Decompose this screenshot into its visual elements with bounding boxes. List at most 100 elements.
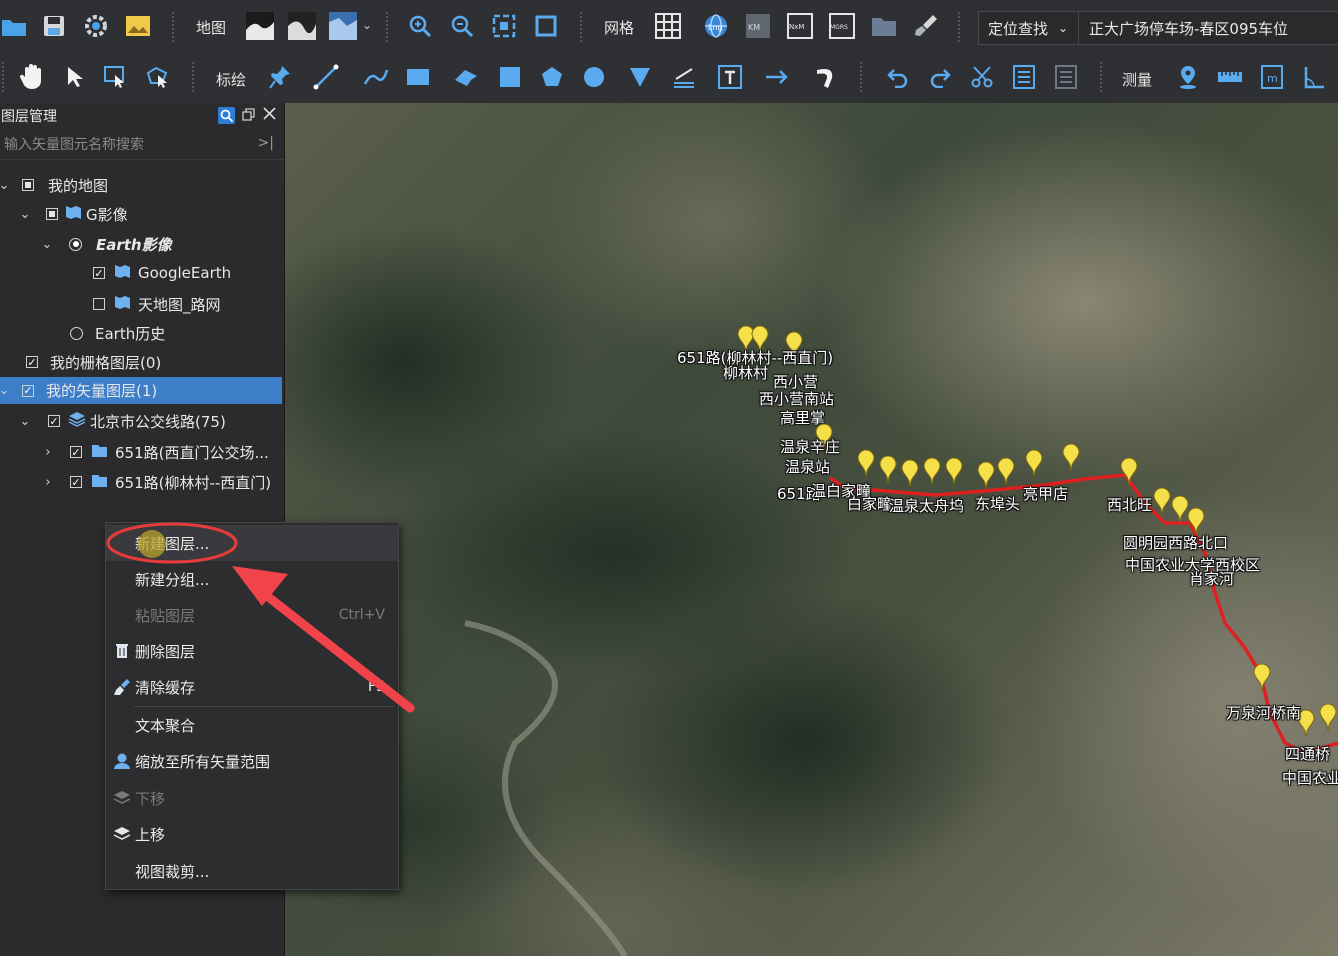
folder-link-icon[interactable]	[870, 12, 898, 40]
map-pin-icon[interactable]	[1120, 457, 1138, 486]
menu-item-clear-cache[interactable]: 清除缓存 F5	[106, 669, 398, 705]
map-pin-icon[interactable]	[997, 457, 1015, 486]
chevron-down-icon[interactable]: ⌄	[39, 237, 55, 252]
map-pin-icon[interactable]	[879, 455, 897, 484]
polygon-select-icon[interactable]	[144, 63, 172, 91]
freeform-shape-icon[interactable]	[452, 63, 480, 91]
tree-item-raster-layers[interactable]: ✓ 我的栅格图层(0)	[0, 348, 282, 376]
map-label[interactable]: 地图	[196, 17, 226, 38]
chevron-down-icon[interactable]: ⌄	[17, 207, 33, 222]
rectangle-icon[interactable]	[404, 63, 432, 91]
area-measure-icon[interactable]: m	[1258, 63, 1286, 91]
pentagon-icon[interactable]	[538, 63, 566, 91]
search-icon[interactable]	[218, 107, 235, 124]
fullscreen-icon[interactable]	[532, 12, 560, 40]
checkbox[interactable]: ✓	[70, 446, 82, 458]
map-pin-icon[interactable]	[1153, 487, 1171, 516]
rect-select-icon[interactable]	[102, 63, 130, 91]
undo-icon[interactable]	[884, 63, 912, 91]
menu-item-move-up[interactable]: 上移	[106, 816, 398, 852]
menu-item-view-clip[interactable]: 视图裁剪...	[106, 853, 398, 889]
annotate-label[interactable]: 标绘	[216, 69, 246, 90]
menu-item-move-down[interactable]: 下移	[106, 780, 398, 816]
map-pin-icon[interactable]	[1187, 507, 1205, 536]
checkbox[interactable]: ✓	[48, 415, 60, 427]
tree-item-tianditu-roads[interactable]: 天地图_路网	[0, 290, 282, 318]
layer-search-input[interactable]: 输入矢量图元名称搜索 >|	[0, 129, 284, 160]
map-pin-icon[interactable]	[1319, 703, 1337, 732]
measure-label[interactable]: 测量	[1122, 69, 1152, 90]
checkbox[interactable]	[93, 298, 105, 310]
locate-input[interactable]: 正大广场停车场-春区095车位	[1079, 18, 1288, 39]
zoom-extent-icon[interactable]	[490, 12, 518, 40]
circle-icon[interactable]	[580, 63, 608, 91]
map-pin-icon[interactable]	[857, 449, 875, 478]
redo-icon[interactable]	[926, 63, 954, 91]
collapse-panel-icon[interactable]: >|	[258, 135, 274, 151]
grid-label[interactable]: 网格	[604, 17, 634, 38]
map-pin-icon[interactable]	[1062, 443, 1080, 472]
tree-item-beijing-bus-lines[interactable]: ⌄ ✓ 北京市公交线路(75)	[0, 407, 282, 435]
tree-item-route-651-a[interactable]: › ✓ 651路(西直门公交场...	[0, 438, 282, 466]
tree-item-google-earth[interactable]: ✓ GoogleEarth	[0, 259, 282, 287]
sector-icon[interactable]	[626, 63, 654, 91]
grid-icon[interactable]	[654, 12, 682, 40]
close-icon[interactable]	[263, 107, 276, 124]
polyline-icon[interactable]	[312, 63, 340, 91]
chevron-down-icon[interactable]: ⌄	[0, 383, 12, 398]
pushpin-icon[interactable]	[266, 63, 294, 91]
curved-arrow-icon[interactable]	[812, 63, 840, 91]
menu-item-new-layer[interactable]: 新建图层...	[106, 525, 398, 561]
chevron-right-icon[interactable]: ›	[40, 445, 56, 460]
map-thumbnail-2-icon[interactable]	[288, 12, 316, 40]
chevron-down-icon[interactable]: ⌄	[0, 178, 12, 193]
map-thumbnail-1-icon[interactable]	[246, 12, 274, 40]
angle-measure-icon[interactable]	[1300, 63, 1328, 91]
radio-button[interactable]	[69, 237, 82, 251]
locate-dropdown[interactable]: 定位查找 ⌄	[979, 12, 1079, 44]
list-doc-icon[interactable]	[1010, 63, 1038, 91]
brush-icon[interactable]	[912, 12, 940, 40]
menu-item-delete-layer[interactable]: 删除图层	[106, 633, 398, 669]
pan-hand-icon[interactable]	[18, 63, 46, 91]
checkbox[interactable]: ✓	[26, 356, 38, 368]
lnglat-globe-icon[interactable]: Lng	[702, 12, 730, 40]
map-pin-icon[interactable]	[923, 457, 941, 486]
nxm-grid-icon[interactable]: NxM	[786, 12, 814, 40]
checkbox[interactable]	[22, 179, 34, 191]
zoom-in-icon[interactable]	[406, 12, 434, 40]
select-arrow-icon[interactable]	[60, 63, 88, 91]
tree-item-g-imagery[interactable]: ⌄ G影像	[0, 200, 282, 228]
checkbox[interactable]: ✓	[70, 476, 82, 488]
menu-item-new-group[interactable]: 新建分组...	[106, 561, 398, 597]
map-pin-icon[interactable]	[945, 457, 963, 486]
list-doc-2-icon[interactable]	[1052, 63, 1080, 91]
image-icon[interactable]	[124, 12, 152, 40]
zoom-out-icon[interactable]	[448, 12, 476, 40]
tree-item-route-651-b[interactable]: › ✓ 651路(柳林村--西直门)	[0, 468, 282, 496]
restore-window-icon[interactable]	[242, 108, 255, 125]
checkbox[interactable]: ✓	[22, 384, 34, 397]
tree-item-vector-layers[interactable]: ⌄ ✓ 我的矢量图层(1)	[0, 377, 282, 404]
scissors-icon[interactable]	[968, 63, 996, 91]
mgrs-grid-icon[interactable]: MGRS	[828, 12, 856, 40]
settings-gear-icon[interactable]	[82, 12, 110, 40]
tree-item-earth-imagery[interactable]: ⌄ Earth影像	[0, 230, 282, 258]
radio-button[interactable]	[70, 326, 83, 340]
menu-item-text-aggregation[interactable]: 文本聚合	[106, 707, 398, 743]
open-folder-icon[interactable]	[0, 12, 28, 40]
checkbox[interactable]	[46, 208, 58, 220]
satellite-map-view[interactable]: 651路(柳林村--西直门) 柳林村 西小营 西小营南站 高里掌 温泉辛庄 温泉…	[285, 103, 1338, 956]
menu-item-paste-layer[interactable]: 粘贴图层 Ctrl+V	[106, 597, 398, 633]
square-icon[interactable]	[496, 63, 524, 91]
menu-item-zoom-to-vectors[interactable]: 缩放至所有矢量范围	[106, 743, 398, 779]
chevron-down-icon[interactable]: ⌄	[362, 18, 372, 32]
tree-item-earth-history[interactable]: Earth历史	[0, 319, 282, 347]
text-box-icon[interactable]	[716, 63, 744, 91]
map-pin-icon[interactable]	[1253, 663, 1271, 692]
arrow-right-icon[interactable]	[764, 63, 792, 91]
location-pin-icon[interactable]	[1174, 63, 1202, 91]
measure-line-icon[interactable]	[670, 63, 698, 91]
map-pin-icon[interactable]	[1025, 449, 1043, 478]
map-thumbnail-3-icon[interactable]	[329, 12, 357, 40]
